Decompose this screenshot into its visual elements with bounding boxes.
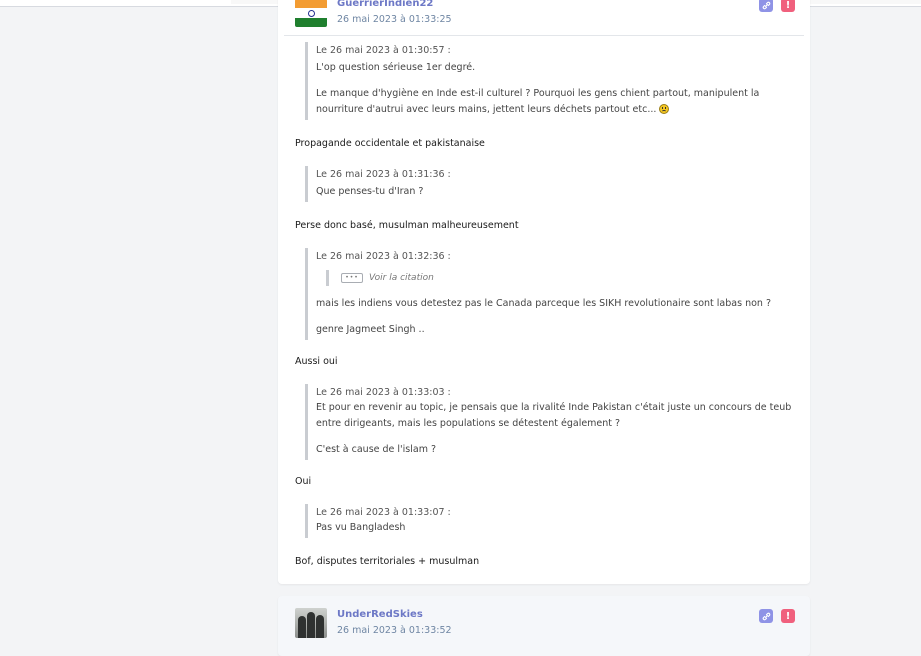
quote-meta: Le 26 mai 2023 à 01:33:07 : [316,507,451,518]
quote-text: Le manque d'hygiène en Inde est-il cultu… [316,88,760,115]
nested-quote-label: Voir la citation [369,273,434,283]
quote-line: Et pour en revenir au topic, je pensais … [316,402,792,429]
forum-post: GuerrierIndien22 26 mai 2023 à 01:33:25 … [278,0,810,584]
post-header: GuerrierIndien22 26 mai 2023 à 01:33:25 … [284,0,804,36]
avatar[interactable] [295,0,327,27]
link-icon[interactable] [759,0,773,12]
quote-block: Le 26 mai 2023 à 01:33:07 : Pas vu Bangl… [305,504,793,538]
alert-icon[interactable]: ! [781,0,795,12]
quote-line: mais les indiens vous detestez pas le Ca… [316,298,771,309]
nested-quote-toggle[interactable]: ••• Voir la citation [326,270,793,286]
quote-meta: Le 26 mai 2023 à 01:31:36 : [316,169,451,180]
alert-icon[interactable]: ! [781,609,795,623]
quote-block: Le 26 mai 2023 à 01:31:36 : Que penses-t… [305,166,793,202]
reply-text: Oui [295,476,312,487]
ellipsis-icon: ••• [341,273,363,283]
quote-meta: Le 26 mai 2023 à 01:33:03 : [316,387,451,398]
chakra-icon [307,9,315,17]
author-link[interactable]: UnderRedSkies [337,609,423,620]
post-date[interactable]: 26 mai 2023 à 01:33:52 [337,625,452,636]
quote-line: genre Jagmeet Singh .. [316,324,425,335]
quote-line: C'est à cause de l'islam ? [316,444,437,455]
link-icon[interactable] [759,609,773,623]
post-actions: ! [759,0,795,12]
quote-block: Le 26 mai 2023 à 01:30:57 : L'op questio… [305,42,793,120]
author-link[interactable]: GuerrierIndien22 [337,0,433,9]
quote-line: Pas vu Bangladesh [316,522,406,533]
reply-text: Aussi oui [295,356,338,367]
reply-text: Bof, disputes territoriales + musulman [295,556,480,567]
post-body: Le 26 mai 2023 à 01:30:57 : L'op questio… [278,42,810,570]
reply-text: Propagande occidentale et pakistanaise [295,138,485,149]
reply-text: Perse donc basé, musulman malheureusemen… [295,220,519,231]
forum-post: UnderRedSkies 26 mai 2023 à 01:33:52 ! [278,596,810,656]
quote-line: L'op question sérieuse 1er degré. [316,62,476,73]
post-actions: ! [759,609,795,623]
quote-meta: Le 26 mai 2023 à 01:30:57 : [316,45,451,56]
quote-block: Le 26 mai 2023 à 01:33:03 : Et pour en r… [305,384,793,460]
sad-smiley-icon [659,104,670,114]
post-date[interactable]: 26 mai 2023 à 01:33:25 [337,14,452,25]
quote-meta: Le 26 mai 2023 à 01:32:36 : [316,251,451,262]
quote-line: Que penses-tu d'Iran ? [316,186,424,197]
post-header: UnderRedSkies 26 mai 2023 à 01:33:52 ! [284,596,804,656]
avatar[interactable] [295,608,327,638]
quote-line: Le manque d'hygiène en Inde est-il cultu… [316,86,793,118]
quote-block: Le 26 mai 2023 à 01:32:36 : ••• Voir la … [305,248,793,340]
